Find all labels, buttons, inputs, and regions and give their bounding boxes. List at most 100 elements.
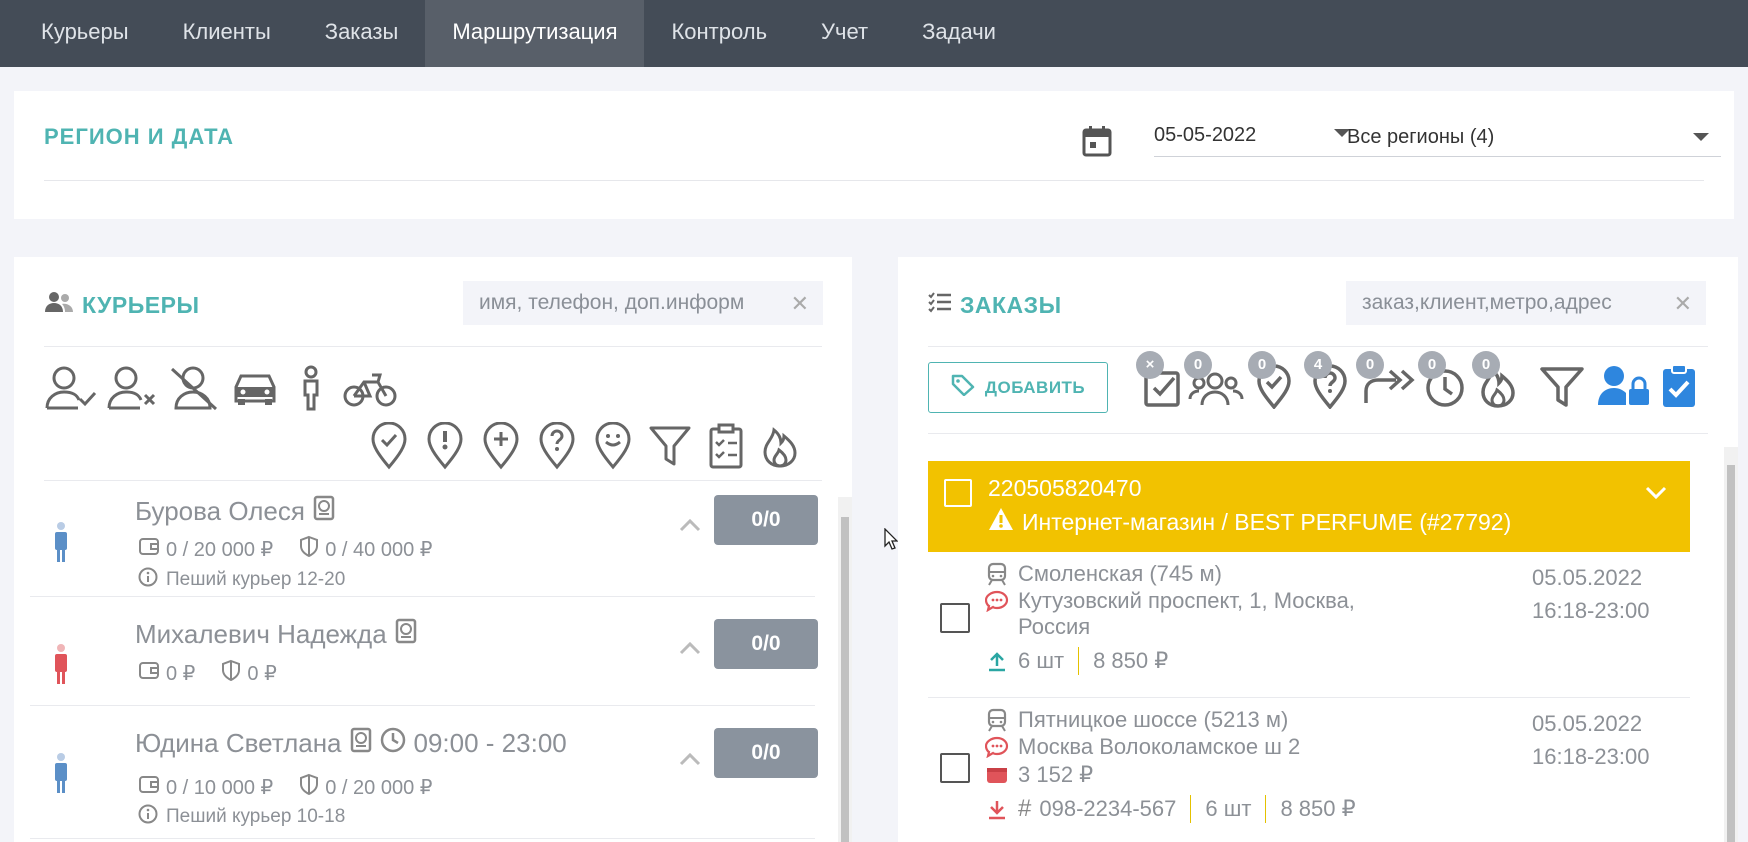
add-order-label: ДОБАВИТЬ (984, 377, 1086, 397)
courier-row[interactable]: Бурова Олеся 0 / 20 000 ₽ 0 / 40 000 ₽ П… (30, 481, 818, 597)
orders-search-input[interactable]: заказ,клиент,метро,адрес ✕ (1346, 281, 1706, 325)
avatar (52, 643, 70, 690)
pin-question-icon[interactable] (536, 422, 578, 470)
warning-icon (988, 507, 1014, 537)
order-checkbox[interactable] (940, 603, 970, 633)
couriers-scrollbar[interactable] (838, 497, 852, 842)
date-select[interactable]: 05-05-2022 (1154, 121, 1354, 157)
courier-name-text: Михалевич Надежда (135, 619, 387, 649)
filter-icon[interactable] (648, 422, 692, 470)
scrollbar-thumb[interactable] (1727, 465, 1735, 842)
clear-icon[interactable]: ✕ (1674, 291, 1692, 317)
tab-clients[interactable]: Клиенты (156, 0, 298, 67)
avatar (52, 752, 70, 799)
courier-note-text: Пеший курьер 12-20 (166, 569, 346, 590)
pin-alert-icon[interactable] (424, 422, 466, 470)
tab-control[interactable]: Контроль (644, 0, 794, 67)
couriers-panel: КУРЬЕРЫ имя, телефон, доп.информ ✕ Буров… (14, 257, 852, 842)
couriers-search-input[interactable]: имя, телефон, доп.информ ✕ (463, 281, 823, 325)
courier-wallet: 0 / 20 000 ₽ (166, 538, 274, 561)
list-check-icon (928, 291, 952, 319)
orders-panel: ЗАКАЗЫ заказ,клиент,метро,адрес ✕ ДОБАВИ… (898, 257, 1738, 842)
order-address-line2: Россия (1018, 614, 1091, 639)
user-x-icon[interactable] (106, 365, 160, 411)
user-check-icon[interactable] (44, 365, 98, 411)
car-icon[interactable] (230, 365, 280, 411)
tab-tasks[interactable]: Задачи (895, 0, 1023, 67)
order-date: 05.05.2022 (1532, 565, 1643, 590)
filter-clients-button[interactable]: 0 (1184, 351, 1244, 414)
shield-icon (299, 535, 319, 563)
badge-count: 0 (1472, 351, 1500, 379)
clipboard-check-icon[interactable] (1660, 359, 1698, 414)
walker-icon[interactable] (288, 365, 334, 411)
add-order-button[interactable]: ДОБАВИТЬ (928, 362, 1108, 413)
courier-order-count[interactable]: 0/0 (714, 619, 818, 669)
tab-couriers[interactable]: Курьеры (0, 0, 156, 67)
filter-forwarded-button[interactable]: 0 (1356, 351, 1418, 414)
order-row[interactable]: Пятницкое шоссе (5213 м) Москва Волокола… (928, 699, 1690, 842)
order-address-text: Москва Волоколамское ш 2 (1018, 734, 1301, 759)
orders-scrollbar[interactable] (1724, 447, 1738, 842)
tab-accounting[interactable]: Учет (794, 0, 895, 67)
tag-icon (951, 374, 975, 401)
region-select[interactable]: Все регионы (4) (1347, 121, 1721, 157)
order-quantity: 6 шт (1018, 648, 1065, 673)
flame-icon[interactable] (760, 422, 800, 470)
courier-wallet: 0 ₽ (166, 662, 196, 685)
info-icon (138, 804, 158, 830)
clear-icon[interactable]: ✕ (791, 291, 809, 317)
filter-urgent-button[interactable]: 0 (1472, 351, 1518, 414)
couriers-title: КУРЬЕРЫ (44, 291, 200, 319)
wallet-icon (138, 774, 160, 800)
tab-routing[interactable]: Маршрутизация (425, 0, 645, 67)
mouse-cursor-icon (884, 527, 899, 555)
filter-icon[interactable] (1538, 359, 1586, 414)
chevron-up-icon[interactable] (678, 517, 702, 538)
tab-orders[interactable]: Заказы (298, 0, 426, 67)
shield-icon (221, 659, 241, 687)
pin-check-icon[interactable] (368, 422, 410, 470)
courier-order-count[interactable]: 0/0 (714, 495, 818, 545)
orders-title: ЗАКАЗЫ (928, 291, 1062, 319)
chevron-up-icon[interactable] (678, 751, 702, 772)
courier-name-text: Бурова Олеся (135, 496, 305, 526)
shield-icon (299, 773, 319, 801)
pin-plus-icon[interactable] (480, 422, 522, 470)
order-checkbox[interactable] (940, 753, 970, 783)
passport-icon (350, 727, 372, 760)
divider (1265, 795, 1267, 823)
order-group-header[interactable]: 220505820470 Интернет-магазин / BEST PER… (928, 461, 1690, 552)
order-row[interactable]: Смоленская (745 м) Кутузовский проспект,… (928, 553, 1690, 698)
courier-order-count[interactable]: 0/0 (714, 728, 818, 778)
filter-unassigned-button[interactable]: × (1136, 351, 1184, 414)
group-checkbox[interactable] (944, 479, 972, 507)
clipboard-list-icon[interactable] (706, 422, 746, 470)
courier-wallet: 0 / 10 000 ₽ (166, 776, 274, 799)
wallet-icon (138, 660, 160, 686)
user-lock-icon[interactable] (1596, 359, 1652, 414)
user-off-icon[interactable] (168, 365, 222, 411)
pin-smile-icon[interactable] (592, 422, 634, 470)
bike-icon[interactable] (342, 365, 398, 411)
order-metro-text: Пятницкое шоссе (5213 м) (1018, 707, 1289, 732)
filter-late-button[interactable]: 0 (1418, 351, 1466, 414)
filter-delivered-button[interactable]: 0 (1248, 351, 1294, 414)
filter-unknown-button[interactable]: 4 (1304, 351, 1350, 414)
courier-type-filters (44, 365, 398, 411)
courier-name: Бурова Олеся (135, 495, 335, 528)
courier-limits: 0 / 20 000 ₽ 0 / 40 000 ₽ (138, 535, 433, 563)
comment-icon (984, 590, 1010, 612)
divider (44, 346, 822, 347)
courier-row[interactable]: Юдина Светлана 09:00 - 23:00 0 / 10 000 … (30, 707, 818, 839)
chevron-down-icon[interactable] (1644, 485, 1668, 506)
chevron-up-icon[interactable] (678, 640, 702, 661)
order-shop: Интернет-магазин / BEST PERFUME (#27792) (988, 507, 1511, 537)
courier-name: Юдина Светлана 09:00 - 23:00 (135, 727, 567, 760)
order-metro: Пятницкое шоссе (5213 м) (984, 707, 1288, 733)
scrollbar-thumb[interactable] (841, 517, 849, 842)
divider (1078, 647, 1080, 675)
courier-row[interactable]: Михалевич Надежда 0 ₽ 0 ₽ 0/0 (30, 598, 818, 706)
train-icon (984, 708, 1010, 732)
calendar-icon[interactable] (1082, 125, 1112, 162)
